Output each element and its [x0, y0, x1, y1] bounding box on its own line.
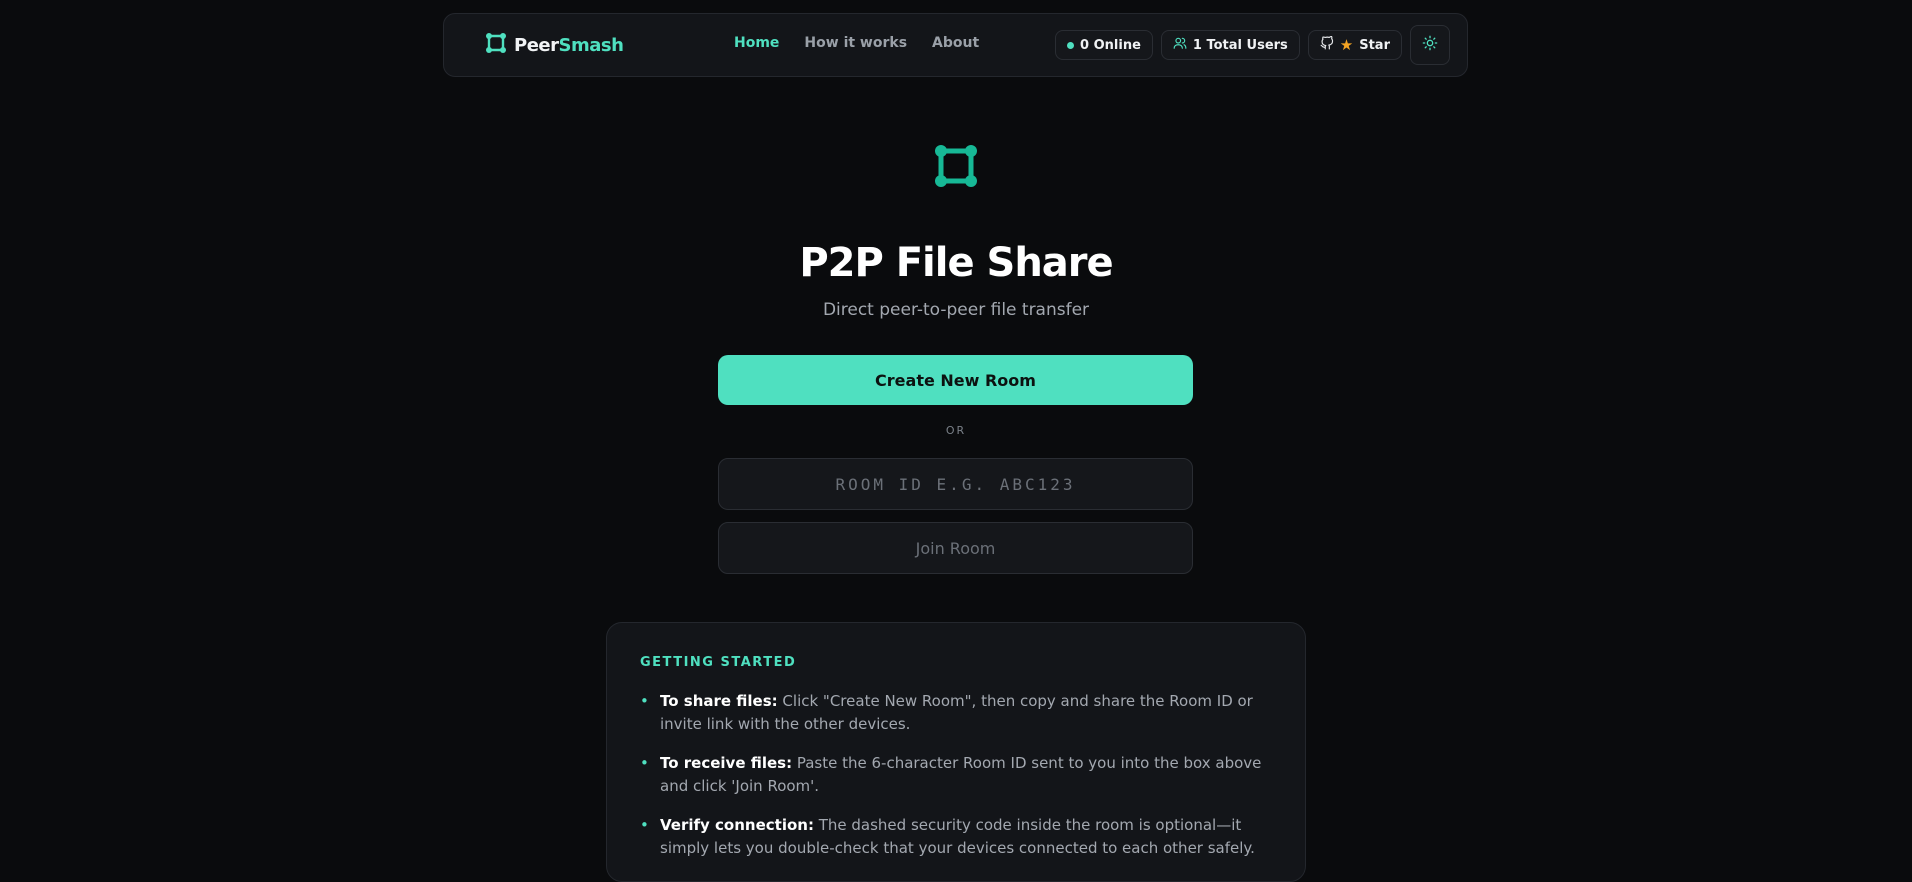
join-room-button[interactable]: Join Room: [718, 522, 1193, 574]
nav-about[interactable]: About: [932, 35, 979, 51]
list-item: To share files: Click "Create New Room",…: [640, 690, 1272, 736]
nav-how-it-works[interactable]: How it works: [804, 35, 907, 51]
star-icon: ★: [1339, 36, 1354, 54]
getting-started-title: GETTING STARTED: [640, 655, 797, 670]
hero-logo-icon: [931, 141, 981, 191]
getting-started-list: To share files: Click "Create New Room",…: [640, 690, 1272, 860]
online-count-label: 0 Online: [1080, 37, 1141, 53]
star-label: Star: [1359, 37, 1390, 53]
brand-name: PeerSmash: [514, 34, 624, 56]
total-users-label: 1 Total Users: [1192, 37, 1288, 53]
online-count-badge: 0 Online: [1055, 30, 1153, 60]
page-title: P2P File Share: [799, 240, 1113, 286]
top-navbar: PeerSmash Home How it works About 0 Onli…: [443, 13, 1468, 77]
getting-started-card: GETTING STARTED To share files: Click "C…: [606, 622, 1306, 882]
nav-home[interactable]: Home: [734, 35, 779, 51]
create-room-button[interactable]: Create New Room: [718, 355, 1193, 405]
users-icon: [1173, 36, 1187, 54]
total-users-badge: 1 Total Users: [1160, 30, 1300, 60]
list-item: To receive files: Paste the 6-character …: [640, 752, 1272, 798]
list-item-heading: To share files:: [660, 692, 778, 710]
github-star-button[interactable]: ★ Star: [1307, 30, 1402, 60]
list-item-heading: To receive files:: [660, 754, 793, 772]
list-item: Verify connection: The dashed security c…: [640, 814, 1272, 860]
room-id-input[interactable]: [718, 458, 1193, 510]
nav-status-group: 0 Online 1 Total Users ★ Star: [1055, 25, 1450, 65]
online-status-dot: [1067, 41, 1075, 49]
sun-icon: [1422, 35, 1438, 55]
brand-logo[interactable]: PeerSmash: [484, 31, 624, 59]
github-icon: [1320, 35, 1334, 54]
list-item-heading: Verify connection:: [660, 816, 814, 834]
peersmash-logo-icon: [484, 31, 508, 59]
page-subtitle: Direct peer-to-peer file transfer: [822, 300, 1090, 320]
main-nav: Home How it works About: [734, 35, 979, 51]
or-divider: OR: [945, 424, 967, 437]
theme-toggle-button[interactable]: [1410, 25, 1450, 65]
